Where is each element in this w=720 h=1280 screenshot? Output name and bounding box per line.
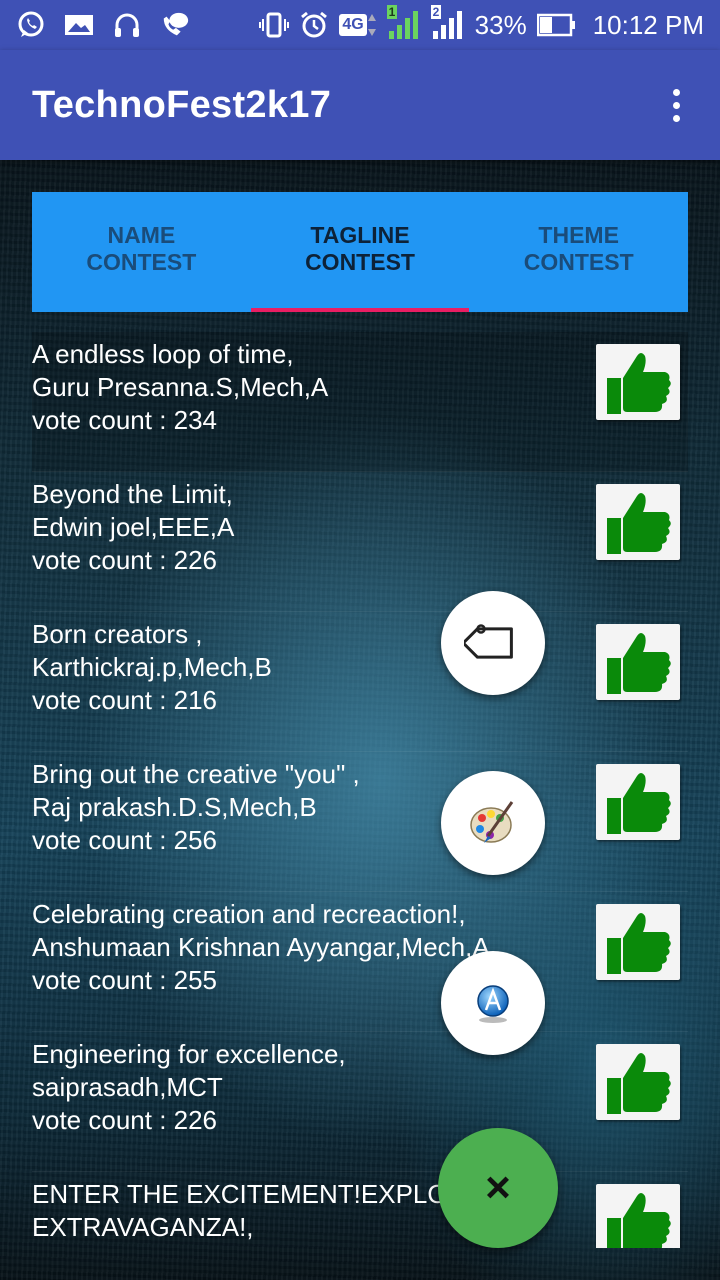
- tab-tagline-contest[interactable]: TAGLINE CONTEST: [250, 192, 470, 312]
- entry-author: EXTRAVAGANZA!,: [32, 1212, 254, 1242]
- entry-author: Guru Presanna.S,Mech,A: [32, 372, 329, 402]
- entry-vote-count: vote count : 255: [32, 965, 218, 995]
- whatsapp-icon: [16, 10, 46, 40]
- thumbs-up-icon: [607, 633, 671, 694]
- app-title: TechnoFest2k17: [32, 83, 332, 126]
- sim2-label: 2: [430, 5, 442, 19]
- list-item: Celebrating creation and recreaction!, An…: [32, 892, 688, 1032]
- entry-text: Beyond the Limit, Edwin joel,EEE,A vote co…: [32, 478, 234, 577]
- vote-button[interactable]: [596, 344, 680, 420]
- entry-author: Raj prakash.D.S,Mech,B: [32, 792, 317, 822]
- entry-text: Born creators , Karthickraj.p,Mech,B vote …: [32, 618, 272, 717]
- entry-vote-count: vote count : 226: [32, 1105, 218, 1135]
- status-bar: 4G 1 2 33% 10:12 PM: [0, 0, 720, 50]
- entry-tagline: Born creators ,: [32, 619, 203, 649]
- app-bar: TechnoFest2k17: [0, 50, 720, 160]
- contest-tabs: NAME CONTEST TAGLINE CONTEST THEME CONTE…: [32, 192, 688, 312]
- list-item: ENTER THE EXCITEMENT!EXPLORE EXTRAVAGANZA…: [32, 1172, 688, 1248]
- entries-list[interactable]: A endless loop of time, Guru Presanna.S,M…: [32, 332, 688, 1248]
- tag-icon: [464, 624, 513, 659]
- entry-text: Bring out the creative "you" , Raj prakas…: [32, 758, 360, 857]
- entry-text: Engineering for excellence, saiprasadh,MC…: [32, 1038, 346, 1137]
- tab-theme-contest[interactable]: THEME CONTEST: [469, 192, 688, 312]
- list-item: Beyond the Limit, Edwin joel,EEE,A vote co…: [32, 472, 688, 612]
- clock: 10:12 PM: [592, 9, 704, 40]
- tab-name-contest[interactable]: NAME CONTEST: [32, 192, 251, 312]
- thumbs-up-icon: [607, 773, 671, 834]
- entry-tagline: ENTER THE EXCITEMENT!EXPLORE: [32, 1179, 484, 1209]
- vibrate-icon: [259, 10, 290, 40]
- vote-button[interactable]: [596, 624, 680, 700]
- battery-icon: [536, 10, 577, 40]
- sim1-label: 1: [386, 5, 398, 19]
- battery-percentage: 33%: [474, 9, 527, 40]
- entry-author: Karthickraj.p,Mech,B: [32, 652, 272, 682]
- entry-author: Anshumaan Krishnan Ayyangar,Mech,A: [32, 932, 490, 962]
- tag-fab[interactable]: [441, 591, 545, 695]
- entry-vote-count: vote count : 226: [32, 545, 218, 575]
- thumbs-up-icon: [607, 1053, 671, 1114]
- overflow-menu-icon[interactable]: [664, 81, 688, 129]
- chat-call-icon: [160, 10, 190, 40]
- list-item: Bring out the creative "you" , Raj prakas…: [32, 752, 688, 892]
- thumbs-up-icon: [607, 1193, 671, 1248]
- vote-button[interactable]: [596, 1184, 680, 1248]
- network-type-badge: 4G: [339, 12, 376, 38]
- close-fab-button[interactable]: ×: [438, 1128, 558, 1248]
- alarm-icon: [299, 10, 329, 40]
- palette-fab[interactable]: [441, 771, 545, 875]
- data-arrows-icon: [367, 14, 376, 36]
- entry-author: saiprasadh,MCT: [32, 1072, 223, 1102]
- thumbs-up-icon: [607, 353, 671, 414]
- entry-vote-count: vote count : 216: [32, 685, 218, 715]
- entry-author: Edwin joel,EEE,A: [32, 512, 235, 542]
- gallery-icon: [64, 10, 94, 40]
- entry-tagline: Beyond the Limit,: [32, 479, 233, 509]
- thumbs-up-icon: [607, 493, 671, 554]
- list-item: Born creators , Karthickraj.p,Mech,B vote …: [32, 612, 688, 752]
- entry-tagline: A endless loop of time,: [32, 339, 294, 369]
- font-a-icon: [477, 985, 509, 1023]
- entry-text: ENTER THE EXCITEMENT!EXPLORE EXTRAVAGANZA…: [32, 1178, 484, 1244]
- entry-tagline: Celebrating creation and recreaction!,: [32, 899, 466, 929]
- palette-icon: [470, 801, 514, 843]
- vote-button[interactable]: [596, 1044, 680, 1120]
- entry-tagline: Bring out the creative "you" ,: [32, 759, 360, 789]
- entry-tagline: Engineering for excellence,: [32, 1039, 346, 1069]
- entry-text: Celebrating creation and recreaction!, An…: [32, 898, 490, 997]
- entry-text: A endless loop of time, Guru Presanna.S,M…: [32, 338, 328, 437]
- headset-icon: [112, 10, 142, 40]
- vote-button[interactable]: [596, 484, 680, 560]
- entry-vote-count: vote count : 234: [32, 405, 218, 435]
- signal-sim2: 2: [430, 5, 465, 41]
- signal-sim1: 1: [386, 5, 421, 41]
- network-type-label: 4G: [339, 14, 367, 36]
- entry-vote-count: vote count : 256: [32, 825, 218, 855]
- font-fab[interactable]: [441, 951, 545, 1055]
- close-icon: ×: [485, 1163, 511, 1212]
- list-item: A endless loop of time, Guru Presanna.S,M…: [32, 332, 688, 472]
- list-item: Engineering for excellence, saiprasadh,MC…: [32, 1032, 688, 1172]
- thumbs-up-icon: [607, 913, 671, 974]
- vote-button[interactable]: [596, 904, 680, 980]
- vote-button[interactable]: [596, 764, 680, 840]
